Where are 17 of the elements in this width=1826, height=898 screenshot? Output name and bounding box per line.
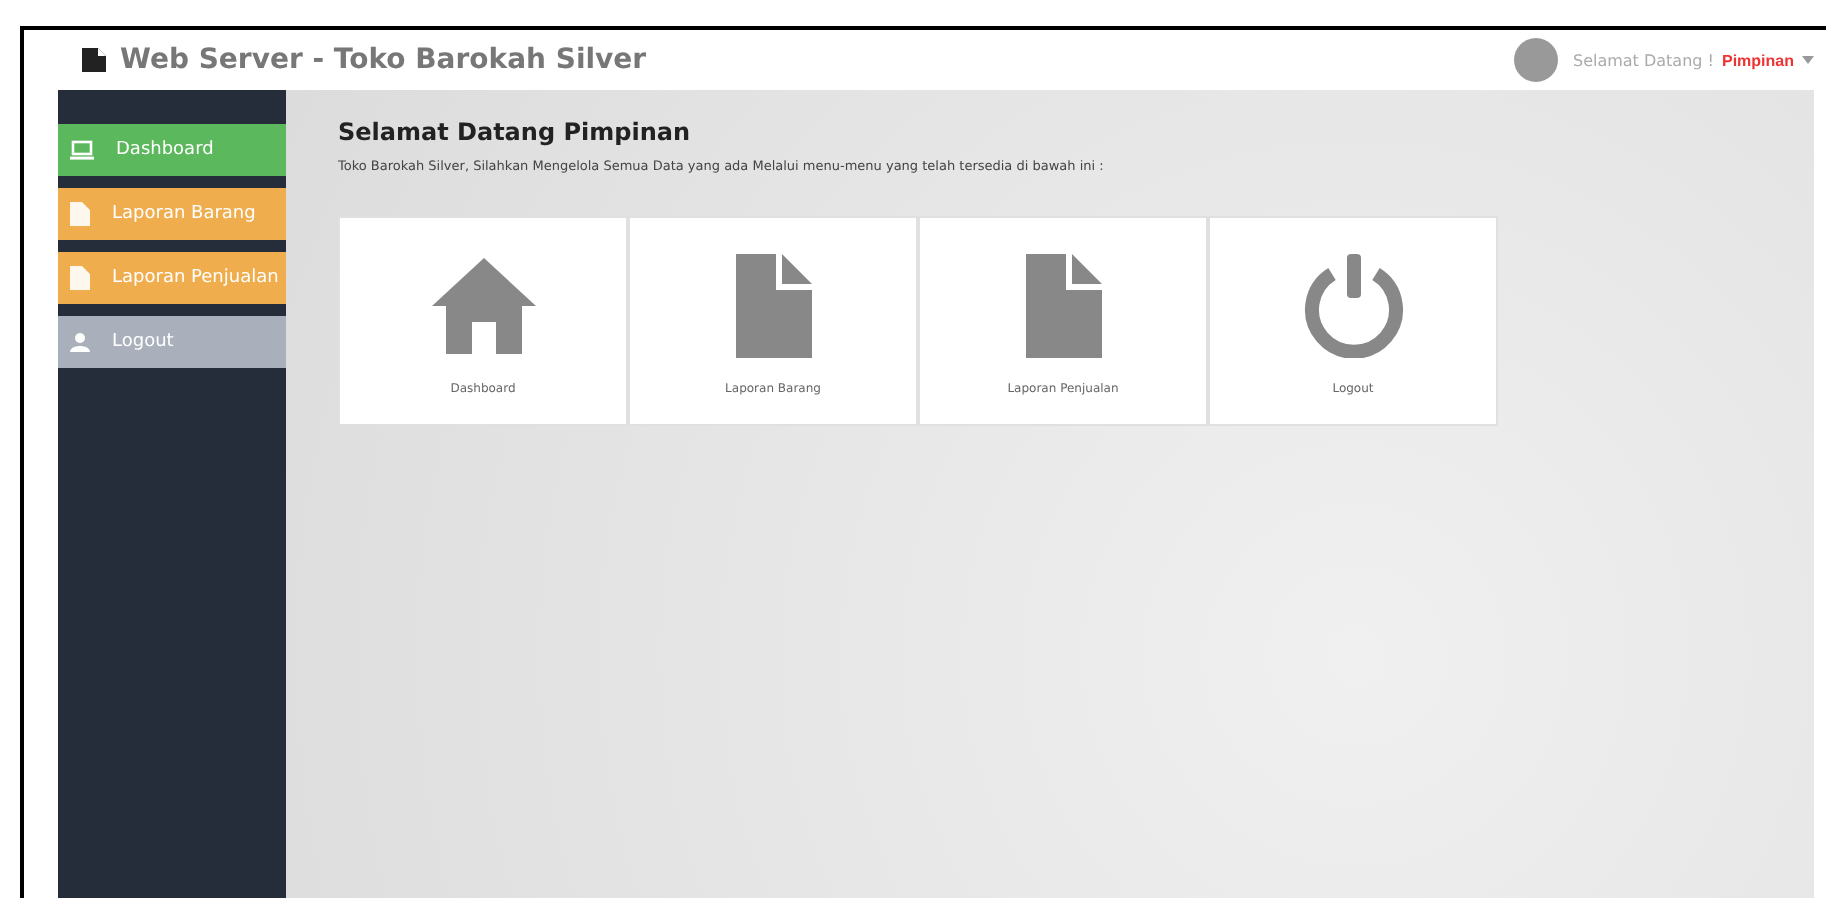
document-icon [735, 254, 811, 358]
monitor-icon [70, 140, 94, 160]
power-icon [1301, 254, 1405, 358]
user-icon [70, 332, 90, 352]
document-icon [80, 46, 108, 74]
sidebar-item[interactable]: Logout [58, 316, 286, 368]
home-icon [431, 254, 535, 358]
document-icon [70, 202, 90, 226]
app-title: Web Server - Toko Barokah Silver [120, 44, 647, 76]
document-icon [1025, 254, 1101, 358]
greeting-text: Selamat Datang ! [1572, 51, 1714, 69]
page-heading: Selamat Datang Pimpinan [338, 118, 693, 146]
caret-icon[interactable] [1802, 56, 1814, 64]
document-icon [70, 266, 90, 290]
user-menu[interactable]: Pimpinan [1721, 51, 1794, 69]
avatar[interactable] [1514, 38, 1559, 82]
sidebar-item[interactable]: Dashboard [58, 124, 286, 176]
